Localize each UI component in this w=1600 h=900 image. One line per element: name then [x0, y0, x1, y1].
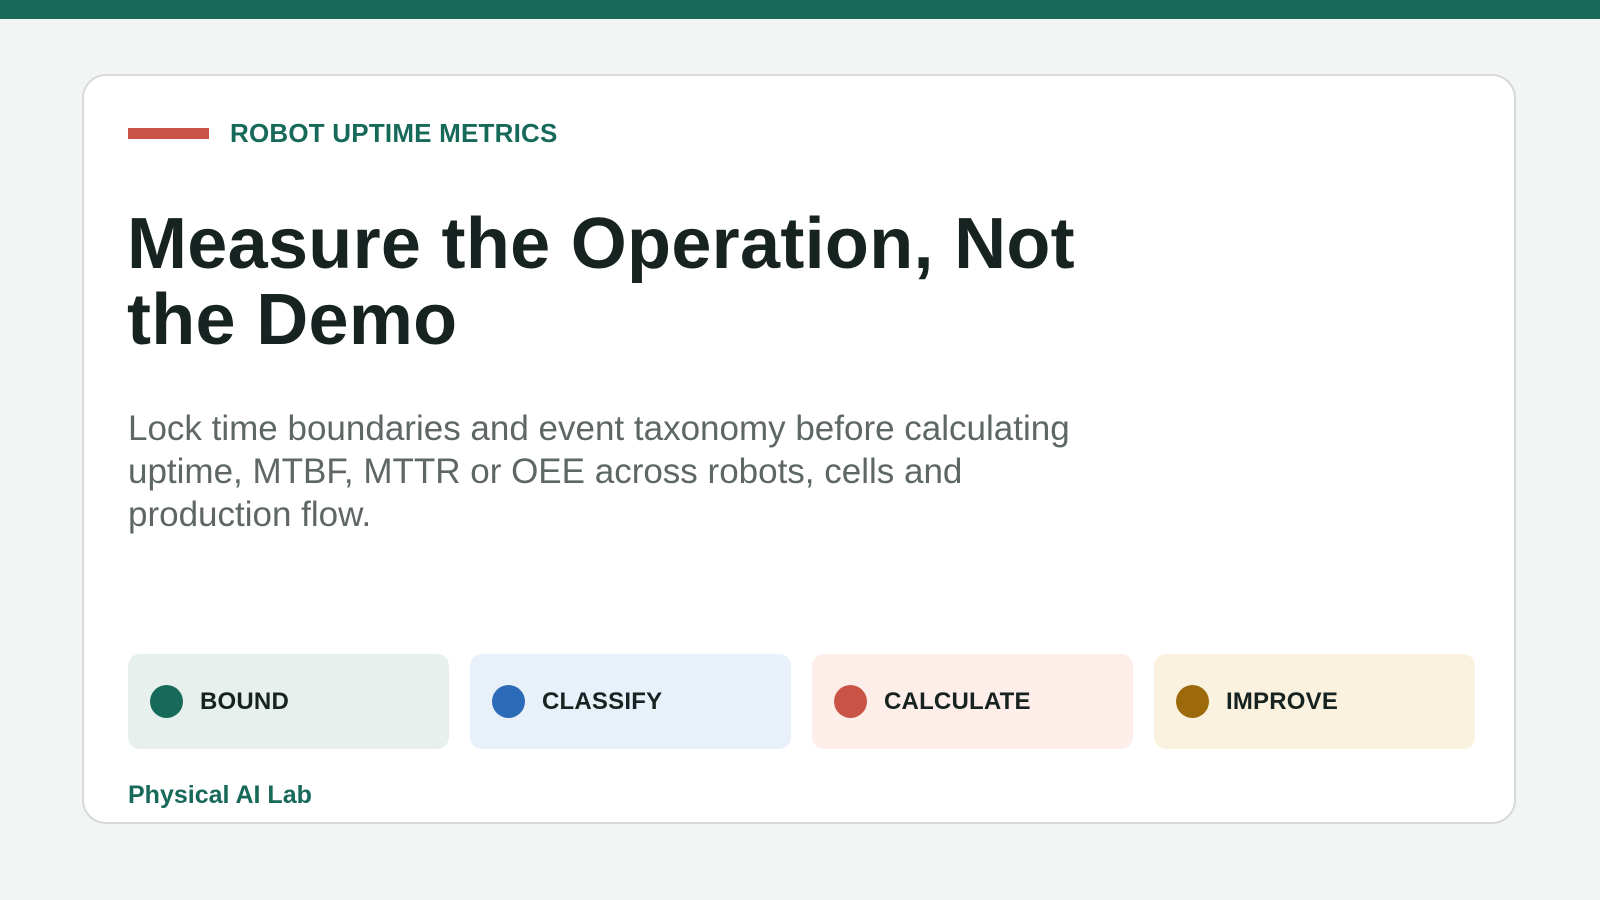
page-subtitle: Lock time boundaries and event taxonomy … — [128, 409, 1070, 534]
step-dot-icon — [492, 685, 525, 718]
footer-brand: Physical AI Lab — [128, 781, 312, 809]
step-card-calculate: CALCULATE — [812, 654, 1133, 749]
step-label: BOUND — [200, 687, 289, 715]
step-card-bound: BOUND — [128, 654, 449, 749]
step-dot-icon — [150, 685, 183, 718]
step-row: BOUND CLASSIFY CALCULATE IMPROVE — [128, 654, 1475, 749]
step-label: IMPROVE — [1226, 687, 1339, 715]
top-accent-bar — [0, 0, 1600, 19]
slide-card: ROBOT UPTIME METRICS Measure the Operati… — [82, 74, 1516, 824]
page-title: Measure the Operation, Not the Demo — [127, 204, 1075, 360]
step-label: CLASSIFY — [542, 687, 663, 715]
eyebrow-label: ROBOT UPTIME METRICS — [230, 118, 558, 148]
eyebrow-accent-rule — [128, 127, 209, 139]
step-dot-icon — [1176, 685, 1209, 718]
step-card-classify: CLASSIFY — [470, 654, 791, 749]
step-dot-icon — [834, 685, 867, 718]
step-label: CALCULATE — [884, 687, 1031, 715]
eyebrow: ROBOT UPTIME METRICS — [128, 118, 558, 148]
step-card-improve: IMPROVE — [1154, 654, 1475, 749]
